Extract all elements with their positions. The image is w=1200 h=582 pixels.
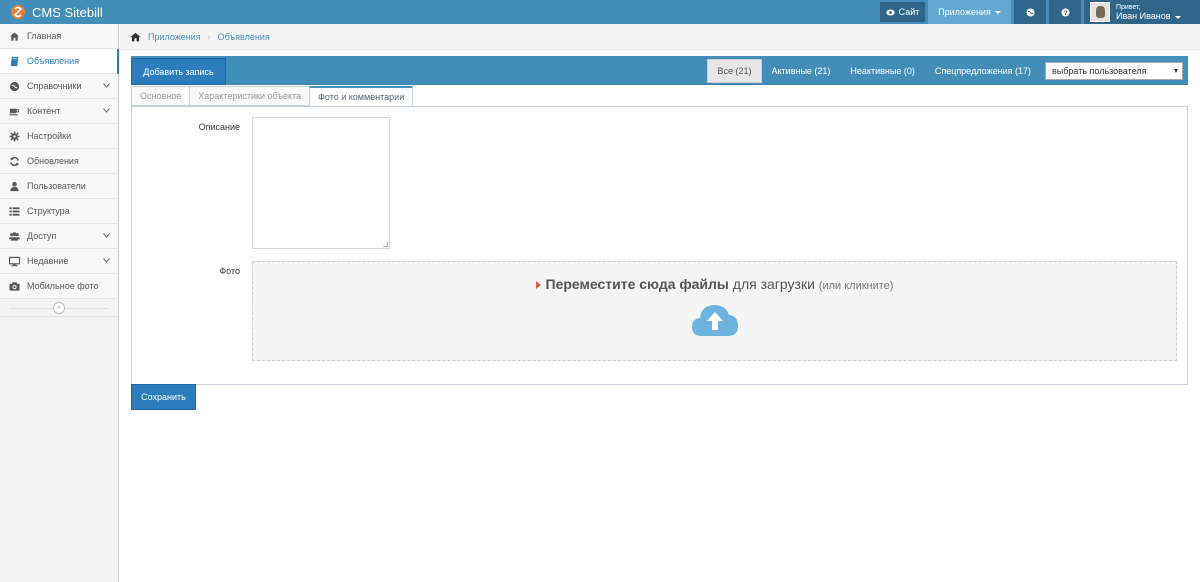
eye-icon xyxy=(885,9,895,15)
filter-inactive[interactable]: Неактивные (0) xyxy=(840,59,924,83)
sidebar-item-home[interactable]: Главная xyxy=(0,24,118,49)
add-record-button[interactable]: Добавить запись xyxy=(131,58,226,85)
status-filters: Все (21) Активные (21) Неактивные (0) Сп… xyxy=(707,59,1183,83)
user-name: Иван Иванов xyxy=(1116,11,1171,21)
form-tabs: Основное Характеристики объекта Фото и к… xyxy=(131,86,414,107)
sidebar-item-users[interactable]: Пользователи xyxy=(0,174,118,199)
caret-right-icon xyxy=(535,281,541,290)
help-button[interactable]: ? xyxy=(1049,0,1081,24)
brand[interactable]: CMS Sitebill xyxy=(10,3,103,21)
save-button[interactable]: Сохранить xyxy=(131,384,196,410)
listings-toolbar: Добавить запись Все (21) Активные (21) Н… xyxy=(131,56,1188,85)
tab-object-characteristics[interactable]: Характеристики объекта xyxy=(189,86,311,106)
description-textarea[interactable] xyxy=(252,117,390,249)
tab-main[interactable]: Основное xyxy=(131,86,191,106)
filter-special-offers[interactable]: Спецпредложения (17) xyxy=(925,59,1041,83)
chevron-down-icon xyxy=(103,83,110,88)
chevron-down-icon xyxy=(103,233,110,238)
breadcrumb-link-apps[interactable]: Приложения xyxy=(148,32,201,42)
user-menu[interactable]: Привет, Иван Иванов xyxy=(1084,0,1200,24)
home-icon xyxy=(9,31,20,41)
question-icon: ? xyxy=(1060,7,1070,17)
users-icon xyxy=(9,231,20,241)
sidebar-item-settings[interactable]: Настройки xyxy=(0,124,118,149)
dropdown-arrow-icon xyxy=(1174,69,1178,73)
double-chevron-left-icon: « xyxy=(57,304,61,311)
sidebar-item-mobile-photo[interactable]: Мобильное фото xyxy=(0,274,118,299)
sidebar-collapse-bar: « xyxy=(0,299,118,317)
svg-text:?: ? xyxy=(1063,10,1067,17)
breadcrumb-link-listings[interactable]: Объявления xyxy=(218,32,270,42)
refresh-icon xyxy=(9,156,20,166)
form-panel: Описание Фото Переместите сюда файлы для… xyxy=(131,106,1188,385)
language-button[interactable] xyxy=(1014,0,1046,24)
avatar xyxy=(1090,2,1110,22)
sidebar: Главная Объявления Справочники Контент Н… xyxy=(0,24,119,582)
filter-active[interactable]: Активные (21) xyxy=(762,59,841,83)
list-icon xyxy=(9,206,20,216)
logo-icon xyxy=(11,5,25,19)
app-title: CMS Sitebill xyxy=(32,4,103,20)
desktop-icon xyxy=(9,256,20,266)
sidebar-item-structure[interactable]: Структура xyxy=(0,199,118,224)
description-label: Описание xyxy=(198,122,240,132)
globe-icon xyxy=(1025,7,1035,17)
breadcrumb: Приложения › Объявления xyxy=(120,24,1200,50)
user-icon xyxy=(10,181,19,191)
sidebar-collapse-button[interactable]: « xyxy=(53,302,65,314)
chevron-down-icon xyxy=(103,108,110,113)
dropzone-message: Переместите сюда файлы для загрузки (или… xyxy=(253,276,1176,292)
chevron-down-icon xyxy=(994,10,1001,14)
home-icon[interactable] xyxy=(130,32,141,42)
user-select[interactable]: выбрать пользователя xyxy=(1045,62,1183,80)
top-navbar: CMS Sitebill Сайт Приложения ? Привет, И… xyxy=(0,0,1200,24)
sidebar-item-access[interactable]: Доступ xyxy=(0,224,118,249)
chevron-down-icon xyxy=(103,258,110,263)
filter-all[interactable]: Все (21) xyxy=(707,59,762,83)
gear-icon xyxy=(9,130,20,142)
camera-icon xyxy=(9,281,20,291)
photo-label: Фото xyxy=(219,266,240,276)
chevron-right-icon: › xyxy=(207,31,211,42)
globe-icon xyxy=(9,81,20,91)
sidebar-item-content[interactable]: Контент xyxy=(0,99,118,124)
cloud-upload-icon xyxy=(692,305,738,336)
site-button[interactable]: Сайт xyxy=(880,2,925,22)
chevron-down-icon xyxy=(1174,16,1181,19)
book-icon xyxy=(10,56,19,66)
sidebar-item-listings[interactable]: Объявления xyxy=(0,49,119,74)
sidebar-item-updates[interactable]: Обновления xyxy=(0,149,118,174)
sidebar-item-recent[interactable]: Недавние xyxy=(0,249,118,274)
sidebar-item-directories[interactable]: Справочники xyxy=(0,74,118,99)
apps-menu-button[interactable]: Приложения xyxy=(928,0,1011,24)
coffee-icon xyxy=(9,108,20,115)
tab-photo-comments[interactable]: Фото и комментарии xyxy=(309,86,414,107)
photo-dropzone[interactable]: Переместите сюда файлы для загрузки (или… xyxy=(252,261,1177,361)
resize-handle[interactable] xyxy=(383,242,388,247)
